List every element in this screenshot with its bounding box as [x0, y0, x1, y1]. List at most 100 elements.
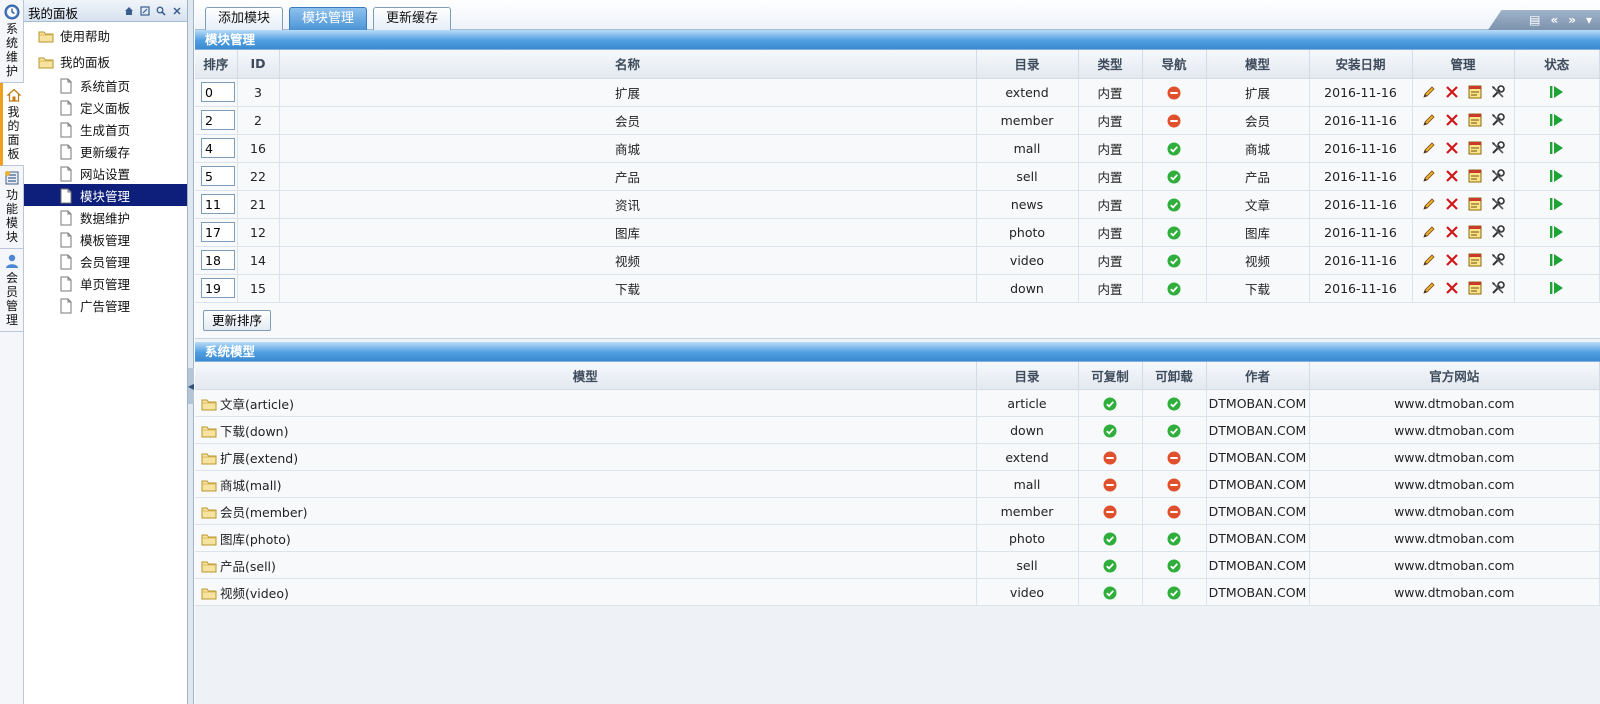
order-input[interactable]: [201, 250, 235, 270]
id-cell: 2: [237, 106, 280, 135]
order-input[interactable]: [201, 82, 235, 102]
close-icon[interactable]: [170, 4, 184, 17]
copy-cell: [1078, 470, 1143, 498]
order-cell: [195, 274, 238, 303]
author-cell: DTMOBAN.COM: [1206, 470, 1310, 498]
vtab-1[interactable]: 我的面板: [0, 83, 24, 166]
play-icon[interactable]: [1549, 84, 1565, 99]
nav-dropdown-icon[interactable]: ▾: [1586, 13, 1592, 27]
play-icon[interactable]: [1549, 196, 1565, 211]
tab-1[interactable]: 模块管理: [289, 7, 368, 30]
vtab-3[interactable]: 会员管理: [0, 249, 24, 332]
play-icon[interactable]: [1549, 168, 1565, 183]
delete-icon[interactable]: [1444, 112, 1460, 129]
uninstall-cell: [1142, 443, 1207, 471]
settings-tools-icon[interactable]: [1490, 112, 1506, 129]
delete-icon[interactable]: [1444, 280, 1460, 297]
tree-item-child[interactable]: 模块管理: [24, 184, 187, 206]
edit-icon[interactable]: [1421, 196, 1437, 213]
site-cell: www.dtmoban.com: [1309, 524, 1600, 552]
settings-tools-icon[interactable]: [1490, 280, 1506, 297]
delete-icon[interactable]: [1444, 140, 1460, 157]
tree-item-child[interactable]: 会员管理: [24, 250, 187, 272]
order-input[interactable]: [201, 166, 235, 186]
nav-cell: [1142, 134, 1207, 163]
template-icon[interactable]: [1467, 112, 1483, 129]
table-row: 下载(down) down DTMOBAN.COM www.dtmoban.com: [195, 416, 1600, 444]
settings-tools-icon[interactable]: [1490, 140, 1506, 157]
delete-icon[interactable]: [1444, 84, 1460, 101]
site-cell: www.dtmoban.com: [1309, 497, 1600, 525]
play-icon[interactable]: [1549, 224, 1565, 239]
tree-item-child[interactable]: 生成首页: [24, 118, 187, 140]
column-header: 作者: [1206, 361, 1310, 390]
nav-next-icon[interactable]: »: [1568, 13, 1576, 27]
edit-icon[interactable]: [1421, 280, 1437, 297]
tree-item-child[interactable]: 单页管理: [24, 272, 187, 294]
nav-list-icon[interactable]: ▤: [1529, 13, 1540, 27]
tree-item-child[interactable]: 网站设置: [24, 162, 187, 184]
splitter[interactable]: ◀: [188, 0, 194, 704]
vtab-2[interactable]: 功能模块: [0, 166, 24, 249]
collapse-arrow-icon[interactable]: ◀: [188, 368, 194, 404]
edit-icon[interactable]: [1421, 252, 1437, 269]
edit-icon[interactable]: [1421, 112, 1437, 129]
delete-icon[interactable]: [1444, 168, 1460, 185]
status-cell: [1514, 106, 1600, 135]
delete-icon[interactable]: [1444, 252, 1460, 269]
nav-prev-icon[interactable]: «: [1550, 13, 1558, 27]
play-icon[interactable]: [1549, 280, 1565, 295]
edit-icon[interactable]: [1421, 84, 1437, 101]
uninstall-cell: [1142, 497, 1207, 525]
template-icon[interactable]: [1467, 84, 1483, 101]
column-header: 排序: [195, 50, 238, 79]
page-icon: [58, 210, 74, 226]
vtab-0[interactable]: 系统维护: [0, 0, 24, 83]
update-order-button[interactable]: 更新排序: [203, 309, 272, 331]
settings-tools-icon[interactable]: [1490, 252, 1506, 269]
tree-item-child[interactable]: 更新缓存: [24, 140, 187, 162]
play-icon[interactable]: [1549, 112, 1565, 127]
id-cell: 22: [237, 162, 280, 191]
tree-item-my-panel[interactable]: 我的面板: [24, 48, 187, 74]
order-input[interactable]: [201, 278, 235, 298]
order-input[interactable]: [201, 194, 235, 214]
settings-tools-icon[interactable]: [1490, 196, 1506, 213]
tree-header: 我的面板: [24, 0, 187, 22]
home-icon[interactable]: [122, 4, 136, 17]
tree-item-help[interactable]: 使用帮助: [24, 22, 187, 48]
edit-icon[interactable]: [1421, 168, 1437, 185]
settings-tools-icon[interactable]: [1490, 168, 1506, 185]
delete-icon[interactable]: [1444, 224, 1460, 241]
template-icon[interactable]: [1467, 224, 1483, 241]
template-icon[interactable]: [1467, 140, 1483, 157]
tree-item-child[interactable]: 系统首页: [24, 74, 187, 96]
order-input[interactable]: [201, 222, 235, 242]
edit-icon[interactable]: [1421, 140, 1437, 157]
tree-item-child[interactable]: 数据维护: [24, 206, 187, 228]
check-icon: [1167, 252, 1181, 268]
tree-item-child[interactable]: 广告管理: [24, 294, 187, 316]
template-icon[interactable]: [1467, 252, 1483, 269]
order-cell: [195, 134, 238, 163]
play-icon[interactable]: [1549, 140, 1565, 155]
tab-2[interactable]: 更新缓存: [373, 7, 452, 30]
template-icon[interactable]: [1467, 196, 1483, 213]
settings-tools-icon[interactable]: [1490, 224, 1506, 241]
restore-icon[interactable]: [138, 4, 152, 17]
settings-tools-icon[interactable]: [1490, 84, 1506, 101]
edit-icon[interactable]: [1421, 224, 1437, 241]
delete-icon[interactable]: [1444, 196, 1460, 213]
model-cell: 图库: [1206, 218, 1310, 247]
tree-item-child[interactable]: 定义面板: [24, 96, 187, 118]
play-icon[interactable]: [1549, 252, 1565, 267]
minus-icon: [1103, 449, 1117, 465]
folder-icon: [38, 28, 54, 42]
order-input[interactable]: [201, 110, 235, 130]
tree-item-child[interactable]: 模板管理: [24, 228, 187, 250]
order-input[interactable]: [201, 138, 235, 158]
search-icon[interactable]: [154, 4, 168, 17]
tab-0[interactable]: 添加模块: [205, 7, 284, 30]
template-icon[interactable]: [1467, 168, 1483, 185]
template-icon[interactable]: [1467, 280, 1483, 297]
